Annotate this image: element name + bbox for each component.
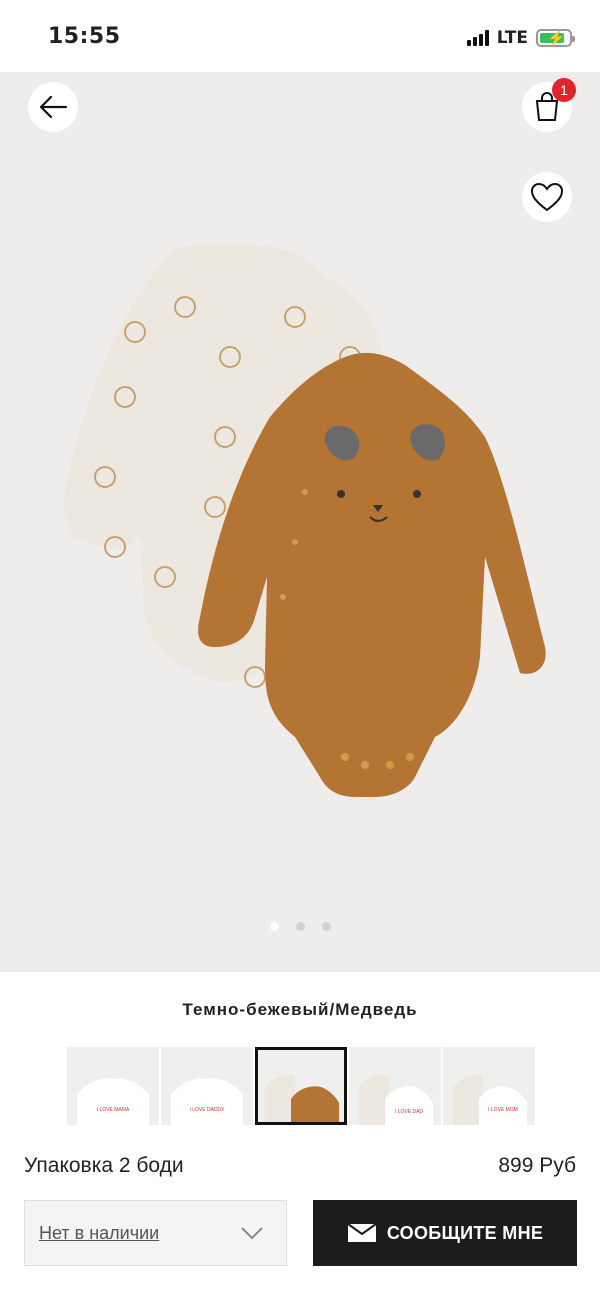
gallery-pagination [0,922,600,931]
status-bar: 15:55 LTE ⚡ [0,0,600,72]
swatch-thumbnail: I LOVE MOM [453,1074,527,1125]
product-photo [63,243,546,797]
product-image-gallery[interactable]: 1 [0,72,600,972]
swatch-print-text: I LOVE DADDY [189,1107,225,1113]
swatch-thumbnail: I LOVE MAMA [77,1078,149,1125]
product-price: 899 Руб [498,1154,576,1177]
product-name: Упаковка 2 боди [24,1154,184,1177]
back-button[interactable] [28,82,78,132]
swatch-item[interactable]: I LOVE MAMA [67,1047,159,1125]
swatch-print-text: I LOVE MAMA [97,1107,130,1113]
color-name: Темно-бежевый/Медведь [182,1000,418,1019]
swatch-print-text: I LOVE DAD [395,1109,423,1115]
cart-count-badge: 1 [552,78,576,102]
swatch-item[interactable]: I LOVE DADDY [161,1047,253,1125]
size-selector-value: Нет в наличии [39,1222,160,1243]
battery-icon: ⚡ [536,29,575,47]
swatch-thumbnail [265,1074,339,1125]
signal-icon [466,30,489,46]
gallery-dot[interactable] [321,922,331,931]
swatch-thumbnail: I LOVE DAD [359,1074,433,1125]
swatch-item-selected[interactable] [255,1047,347,1125]
swatch-item[interactable]: I LOVE MOM [443,1047,535,1125]
swatch-item[interactable]: I LOVE DAD [349,1047,441,1125]
size-selector[interactable]: Нет в наличии [24,1200,287,1266]
heart-icon [530,182,564,212]
product-info-row: Упаковка 2 боди 899 Руб [24,1154,576,1178]
gallery-dot[interactable] [295,922,305,931]
notify-me-button[interactable]: СООБЩИТЕ МНЕ [313,1200,577,1266]
cart-button[interactable]: 1 [522,78,576,132]
favorite-button[interactable] [522,172,572,222]
notify-me-label: СООБЩИТЕ МНЕ [386,1222,544,1243]
swatch-print-text: I LOVE MOM [488,1107,518,1113]
network-type: LTE [496,28,528,48]
color-swatches: I LOVE MAMA I LOVE DADDY I LOVE DAD I LO… [67,1047,535,1125]
status-icons: LTE ⚡ [466,28,575,48]
arrow-left-icon [39,95,68,119]
gallery-dot[interactable] [269,922,279,931]
swatch-thumbnail: I LOVE DADDY [171,1078,243,1125]
envelope-icon [347,1223,377,1242]
chevron-down-icon [241,1227,263,1240]
status-time: 15:55 [48,24,121,49]
